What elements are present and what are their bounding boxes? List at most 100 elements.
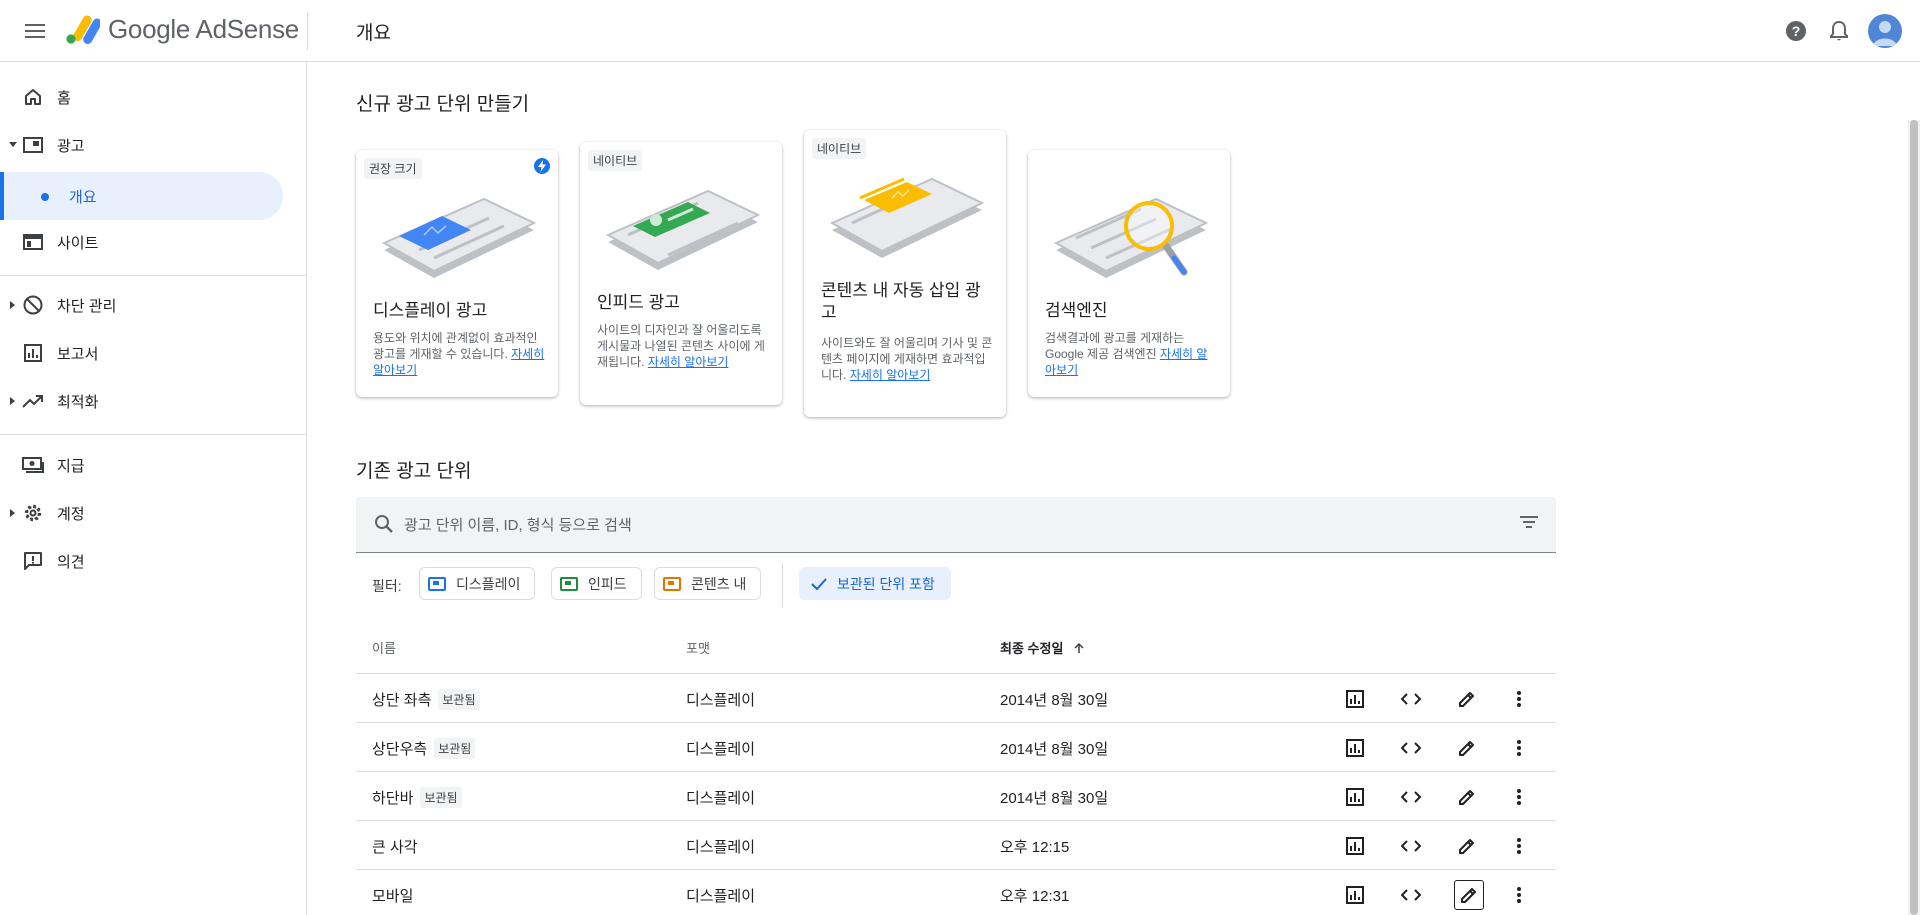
report-icon[interactable] (1342, 833, 1368, 859)
sites-icon (22, 231, 44, 253)
edit-icon[interactable] (1454, 735, 1480, 761)
sidebar-item-ads[interactable]: 광고 (0, 122, 300, 168)
ad-unit-format: 디스플레이 (686, 888, 756, 905)
learn-more-link[interactable]: 자세히 알아보기 (850, 368, 931, 382)
sidebar-item-optimization[interactable]: 최적화 (0, 378, 300, 424)
search-engine-illustration (1053, 197, 1209, 278)
more-vert-icon[interactable] (1506, 882, 1532, 908)
more-vert-icon[interactable] (1506, 735, 1532, 761)
card-title: 인피드 광고 (597, 293, 680, 312)
ad-unit-name: 모바일 (372, 888, 414, 905)
sidebar-item-overview[interactable]: 개요 (0, 172, 283, 220)
ad-unit-modified: 2014년 8월 30일 (1000, 790, 1109, 807)
dot-icon (41, 193, 49, 201)
search-input[interactable] (404, 507, 1484, 543)
include-archived-label: 보관된 단위 포함 (837, 575, 935, 592)
sidebar-item-label: 의견 (57, 553, 85, 571)
help-icon[interactable]: ? (1782, 17, 1810, 45)
table-row[interactable]: 큰 사각 디스플레이 오후 12:15 (356, 821, 1556, 870)
adsense-logo[interactable]: Google AdSense (64, 14, 299, 45)
display-format-icon (428, 576, 446, 591)
payments-icon (22, 454, 44, 476)
sidebar-divider (0, 434, 307, 435)
learn-more-link[interactable]: 자세히 알아보기 (648, 355, 729, 369)
display-ad-card[interactable]: 권장 크기 디스플레이 광고 용도와 위치에 관계없이 효과적인 광고를 게재할… (356, 150, 558, 397)
ad-units-table: 이름 포맷 최종 수정일 상단 좌측 보관됨 디스플레이 2014년 8월 30일 상단… (356, 618, 1556, 915)
sidebar-divider (0, 275, 307, 276)
topbar-divider (307, 12, 308, 50)
search-engine-card[interactable]: 검색엔진 검색결과에 광고를 게재하는 Google 제공 검색엔진 자세히 알… (1028, 150, 1230, 397)
ad-unit-format: 디스플레이 (686, 741, 756, 758)
table-row[interactable]: 모바일 디스플레이 오후 12:31 (356, 870, 1556, 915)
caret-right-icon (9, 301, 17, 309)
adsense-logo-icon (66, 15, 100, 44)
report-icon[interactable] (1342, 686, 1368, 712)
sidebar-item-blocking[interactable]: 차단 관리 (0, 282, 300, 328)
more-vert-icon[interactable] (1506, 833, 1532, 859)
sidebar-item-feedback[interactable]: 의견 (0, 538, 300, 584)
column-header-modified[interactable]: 최종 수정일 (1000, 638, 1085, 657)
card-description: 사이트와도 잘 어울리며 기사 및 콘텐츠 페이지에 게재하면 효과적입니다. … (821, 336, 993, 382)
table-row[interactable]: 상단 좌측 보관됨 디스플레이 2014년 8월 30일 (356, 674, 1556, 723)
edit-icon[interactable] (1454, 686, 1480, 712)
filter-list-icon[interactable] (1520, 515, 1538, 534)
more-vert-icon[interactable] (1506, 686, 1532, 712)
edit-icon[interactable] (1454, 784, 1480, 810)
sidebar-item-payments[interactable]: 지급 (0, 442, 300, 488)
column-header-name[interactable]: 이름 (372, 638, 396, 657)
filter-chip-display[interactable]: 디스플레이 (419, 567, 536, 600)
sidebar-item-home[interactable]: 홈 (0, 74, 300, 120)
display-ad-illustration (381, 197, 537, 278)
filter-label: 필터: (372, 578, 402, 594)
sidebar-item-label: 계정 (57, 505, 85, 523)
report-icon[interactable] (1342, 735, 1368, 761)
edit-icon[interactable] (1454, 833, 1480, 859)
card-chip: 네이티브 (588, 150, 643, 171)
menu-icon[interactable] (20, 16, 50, 46)
filter-chip-infeed[interactable]: 인피드 (551, 567, 642, 600)
sidebar-item-label: 차단 관리 (57, 297, 117, 315)
notifications-icon[interactable] (1825, 17, 1853, 45)
code-icon[interactable] (1398, 882, 1424, 908)
inarticle-ad-card[interactable]: 네이티브 콘텐츠 내 자동 삽입 광고 사이트와도 잘 어울리며 기사 및 콘텐… (804, 130, 1006, 417)
account-avatar[interactable] (1868, 14, 1902, 48)
filter-chip-incontent[interactable]: 콘텐츠 내 (654, 567, 762, 600)
sidebar-item-account[interactable]: 계정 (0, 490, 300, 536)
sidebar-item-sites[interactable]: 사이트 (0, 219, 300, 265)
ad-unit-search-bar (356, 497, 1556, 553)
table-row[interactable]: 상단우측 보관됨 디스플레이 2014년 8월 30일 (356, 723, 1556, 772)
sidebar-item-label: 보고서 (57, 345, 99, 363)
svg-text:?: ? (1792, 23, 1801, 39)
report-icon[interactable] (1342, 784, 1368, 810)
card-chip: 네이티브 (812, 138, 867, 159)
code-icon[interactable] (1398, 686, 1424, 712)
column-header-format[interactable]: 포맷 (686, 638, 710, 657)
ad-unit-name: 상단우측 보관됨 (372, 738, 476, 759)
block-icon (22, 294, 44, 316)
card-description: 용도와 위치에 관계없이 효과적인 광고를 게재할 수 있습니다. 자세히 알아… (373, 331, 545, 377)
scrollbar-thumb[interactable] (1910, 120, 1918, 915)
code-icon[interactable] (1398, 784, 1424, 810)
gear-icon (22, 502, 44, 524)
sidebar-item-label: 최적화 (57, 393, 99, 411)
report-icon[interactable] (1342, 882, 1368, 908)
filter-divider (782, 563, 783, 607)
edit-icon[interactable] (1454, 880, 1484, 910)
code-icon[interactable] (1398, 833, 1424, 859)
trending-up-icon (22, 390, 44, 412)
code-icon[interactable] (1398, 735, 1424, 761)
infeed-ad-card[interactable]: 네이티브 인피드 광고 사이트의 디자인과 잘 어울리도록 게시물과 나열된 콘… (580, 142, 782, 405)
incontent-format-icon (663, 576, 681, 591)
page-scrollbar[interactable] (1908, 120, 1920, 915)
ad-unit-modified: 2014년 8월 30일 (1000, 741, 1109, 758)
include-archived-chip[interactable]: 보관된 단위 포함 (799, 567, 951, 600)
arrow-up-icon (1074, 642, 1084, 653)
table-header: 이름 포맷 최종 수정일 (356, 618, 1556, 674)
table-row[interactable]: 하단바 보관됨 디스플레이 2014년 8월 30일 (356, 772, 1556, 821)
page-title: 개요 (356, 23, 391, 44)
product-name: Google AdSense (108, 14, 299, 44)
sidebar-item-reports[interactable]: 보고서 (0, 330, 300, 376)
more-vert-icon[interactable] (1506, 784, 1532, 810)
card-chip: 권장 크기 (364, 158, 422, 179)
card-title: 검색엔진 (1045, 301, 1108, 320)
